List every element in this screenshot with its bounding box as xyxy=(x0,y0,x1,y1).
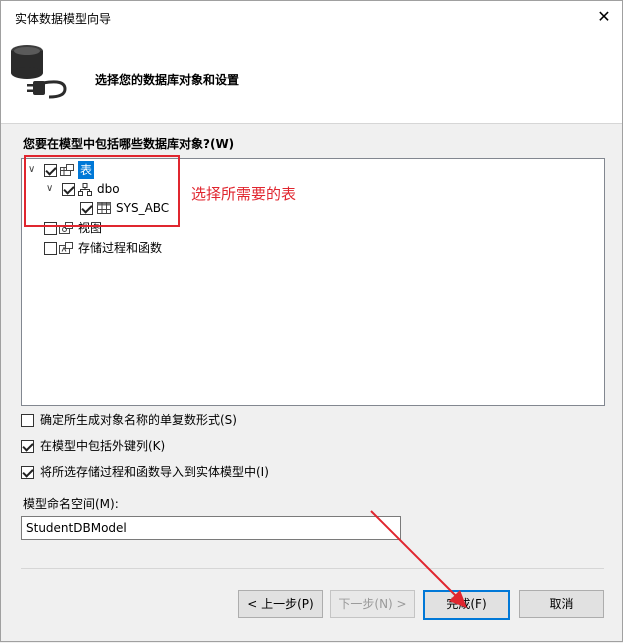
previous-button[interactable]: < 上一步(P) xyxy=(238,590,323,618)
wizard-header: 选择您的数据库对象和设置 xyxy=(1,33,622,124)
pluralize-checkbox[interactable] xyxy=(21,414,34,427)
namespace-label: 模型命名空间(M): xyxy=(23,497,119,511)
foreign-keys-checkbox[interactable] xyxy=(21,440,34,453)
database-plug-icon xyxy=(11,45,67,99)
tree-node-procedures[interactable]: 存储过程和函数 xyxy=(44,239,204,257)
pluralize-label[interactable]: 确定所生成对象名称的单复数形式(S) xyxy=(40,411,237,429)
annotation-highlight-box xyxy=(24,155,180,227)
procedure-icon xyxy=(59,242,73,254)
close-button[interactable]: ✕ xyxy=(594,7,614,27)
next-button[interactable]: 下一步(N) > xyxy=(330,590,415,618)
footer-divider xyxy=(21,568,604,569)
cancel-button[interactable]: 取消 xyxy=(519,590,604,618)
finish-button[interactable]: 完成(F) xyxy=(423,590,510,620)
tree-node-label[interactable]: 存储过程和函数 xyxy=(78,239,162,257)
tree-question-label: 您要在模型中包括哪些数据库对象?(W) xyxy=(23,137,235,151)
namespace-input[interactable]: StudentDBModel xyxy=(21,516,401,540)
page-heading: 选择您的数据库对象和设置 xyxy=(95,73,240,87)
annotation-text: 选择所需要的表 xyxy=(191,185,297,203)
window-title: 实体数据模型向导 xyxy=(15,12,112,26)
import-procedures-label[interactable]: 将所选存储过程和函数导入到实体模型中(I) xyxy=(40,463,269,481)
import-procedures-checkbox[interactable] xyxy=(21,466,34,479)
foreign-keys-label[interactable]: 在模型中包括外键列(K) xyxy=(40,437,165,455)
wizard-dialog: 实体数据模型向导 ✕ 选择您的数据库对象和设置 您要在模型中包括哪些数据库对象?… xyxy=(0,0,623,642)
foreign-keys-option[interactable]: 在模型中包括外键列(K) xyxy=(21,437,321,455)
procedures-checkbox[interactable] xyxy=(44,242,57,255)
pluralize-option[interactable]: 确定所生成对象名称的单复数形式(S) xyxy=(21,411,321,429)
import-procedures-option[interactable]: 将所选存储过程和函数导入到实体模型中(I) xyxy=(21,463,321,481)
title-bar: 实体数据模型向导 ✕ xyxy=(1,1,622,33)
